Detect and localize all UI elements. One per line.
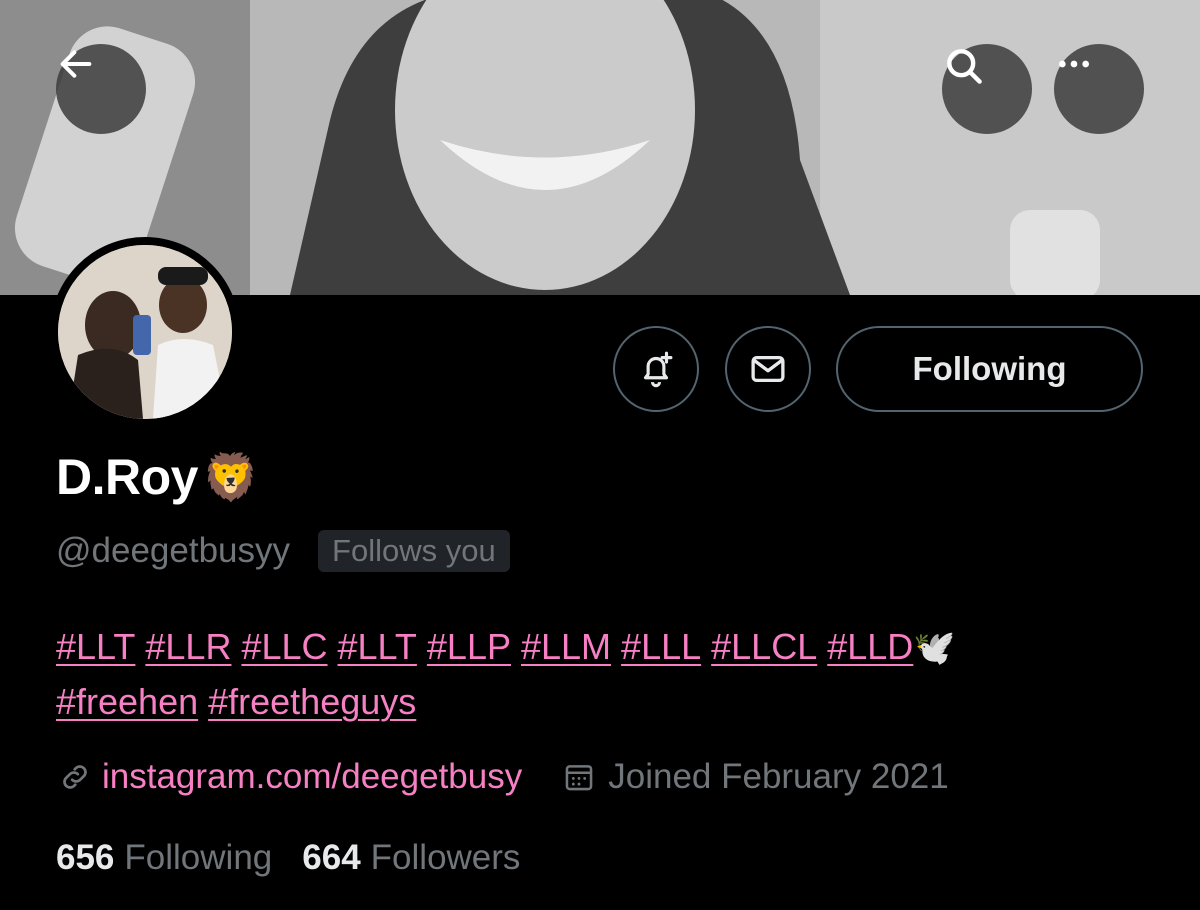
hashtag-link[interactable]: #LLT	[56, 626, 135, 667]
followers-stat[interactable]: 664 Followers	[302, 838, 520, 878]
followers-count: 664	[302, 838, 361, 877]
link-icon	[58, 760, 92, 794]
following-button[interactable]: Following	[836, 326, 1143, 412]
follow-stats: 656 Following 664 Followers	[56, 838, 550, 878]
hashtag-link[interactable]: #LLCL	[711, 626, 817, 667]
following-count: 656	[56, 838, 115, 877]
followers-label: Followers	[370, 838, 521, 877]
profile-meta: instagram.com/deegetbusy Joined February…	[58, 757, 949, 797]
display-name: D.Roy	[56, 449, 198, 505]
handle: @deegetbusyy	[56, 531, 291, 570]
more-horizontal-icon	[1059, 60, 1089, 68]
hashtag-link[interactable]: #LLL	[621, 626, 701, 667]
hashtag-link[interactable]: #freehen	[56, 681, 198, 722]
bell-plus-icon	[643, 351, 673, 388]
hashtag-link[interactable]: #freetheguys	[208, 681, 416, 722]
website-link[interactable]: instagram.com/deegetbusy	[102, 757, 522, 797]
hashtag-link[interactable]: #LLC	[241, 626, 327, 667]
following-stat[interactable]: 656 Following	[56, 838, 272, 878]
follows-you-badge: Follows you	[318, 530, 510, 572]
bio: #LLT #LLR #LLC #LLT #LLP #LLM #LLL #LLCL #LLD🕊️ …	[56, 620, 1156, 729]
avatar[interactable]	[50, 237, 240, 427]
message-button[interactable]	[725, 326, 811, 412]
search-icon	[947, 49, 982, 84]
name-row: D.Roy 🦁	[56, 448, 259, 506]
following-label: Following	[124, 838, 273, 877]
back-button[interactable]	[56, 44, 146, 134]
lion-emoji: 🦁	[201, 451, 260, 503]
hashtag-link[interactable]: #LLR	[145, 626, 231, 667]
calendar-icon	[562, 760, 596, 794]
hashtag-link[interactable]: #LLP	[427, 626, 511, 667]
hashtag-link[interactable]: #LLD	[827, 626, 913, 667]
handle-row: @deegetbusyy Follows you	[56, 530, 510, 572]
bio-line-1: #LLT #LLR #LLC #LLT #LLP #LLM #LLL #LLCL #LLD🕊️	[56, 620, 1156, 675]
arrow-left-icon	[60, 50, 92, 78]
bio-line-2: #freehen #freetheguys	[56, 675, 1156, 729]
more-button[interactable]	[1054, 44, 1144, 134]
search-button[interactable]	[942, 44, 1032, 134]
dove-emoji: 🕊️	[913, 629, 956, 667]
envelope-icon	[751, 355, 785, 383]
hashtag-link[interactable]: #LLT	[338, 626, 417, 667]
hashtag-link[interactable]: #LLM	[521, 626, 611, 667]
avatar-image	[58, 245, 232, 419]
notification-button[interactable]	[613, 326, 699, 412]
join-date: Joined February 2021	[608, 757, 949, 796]
